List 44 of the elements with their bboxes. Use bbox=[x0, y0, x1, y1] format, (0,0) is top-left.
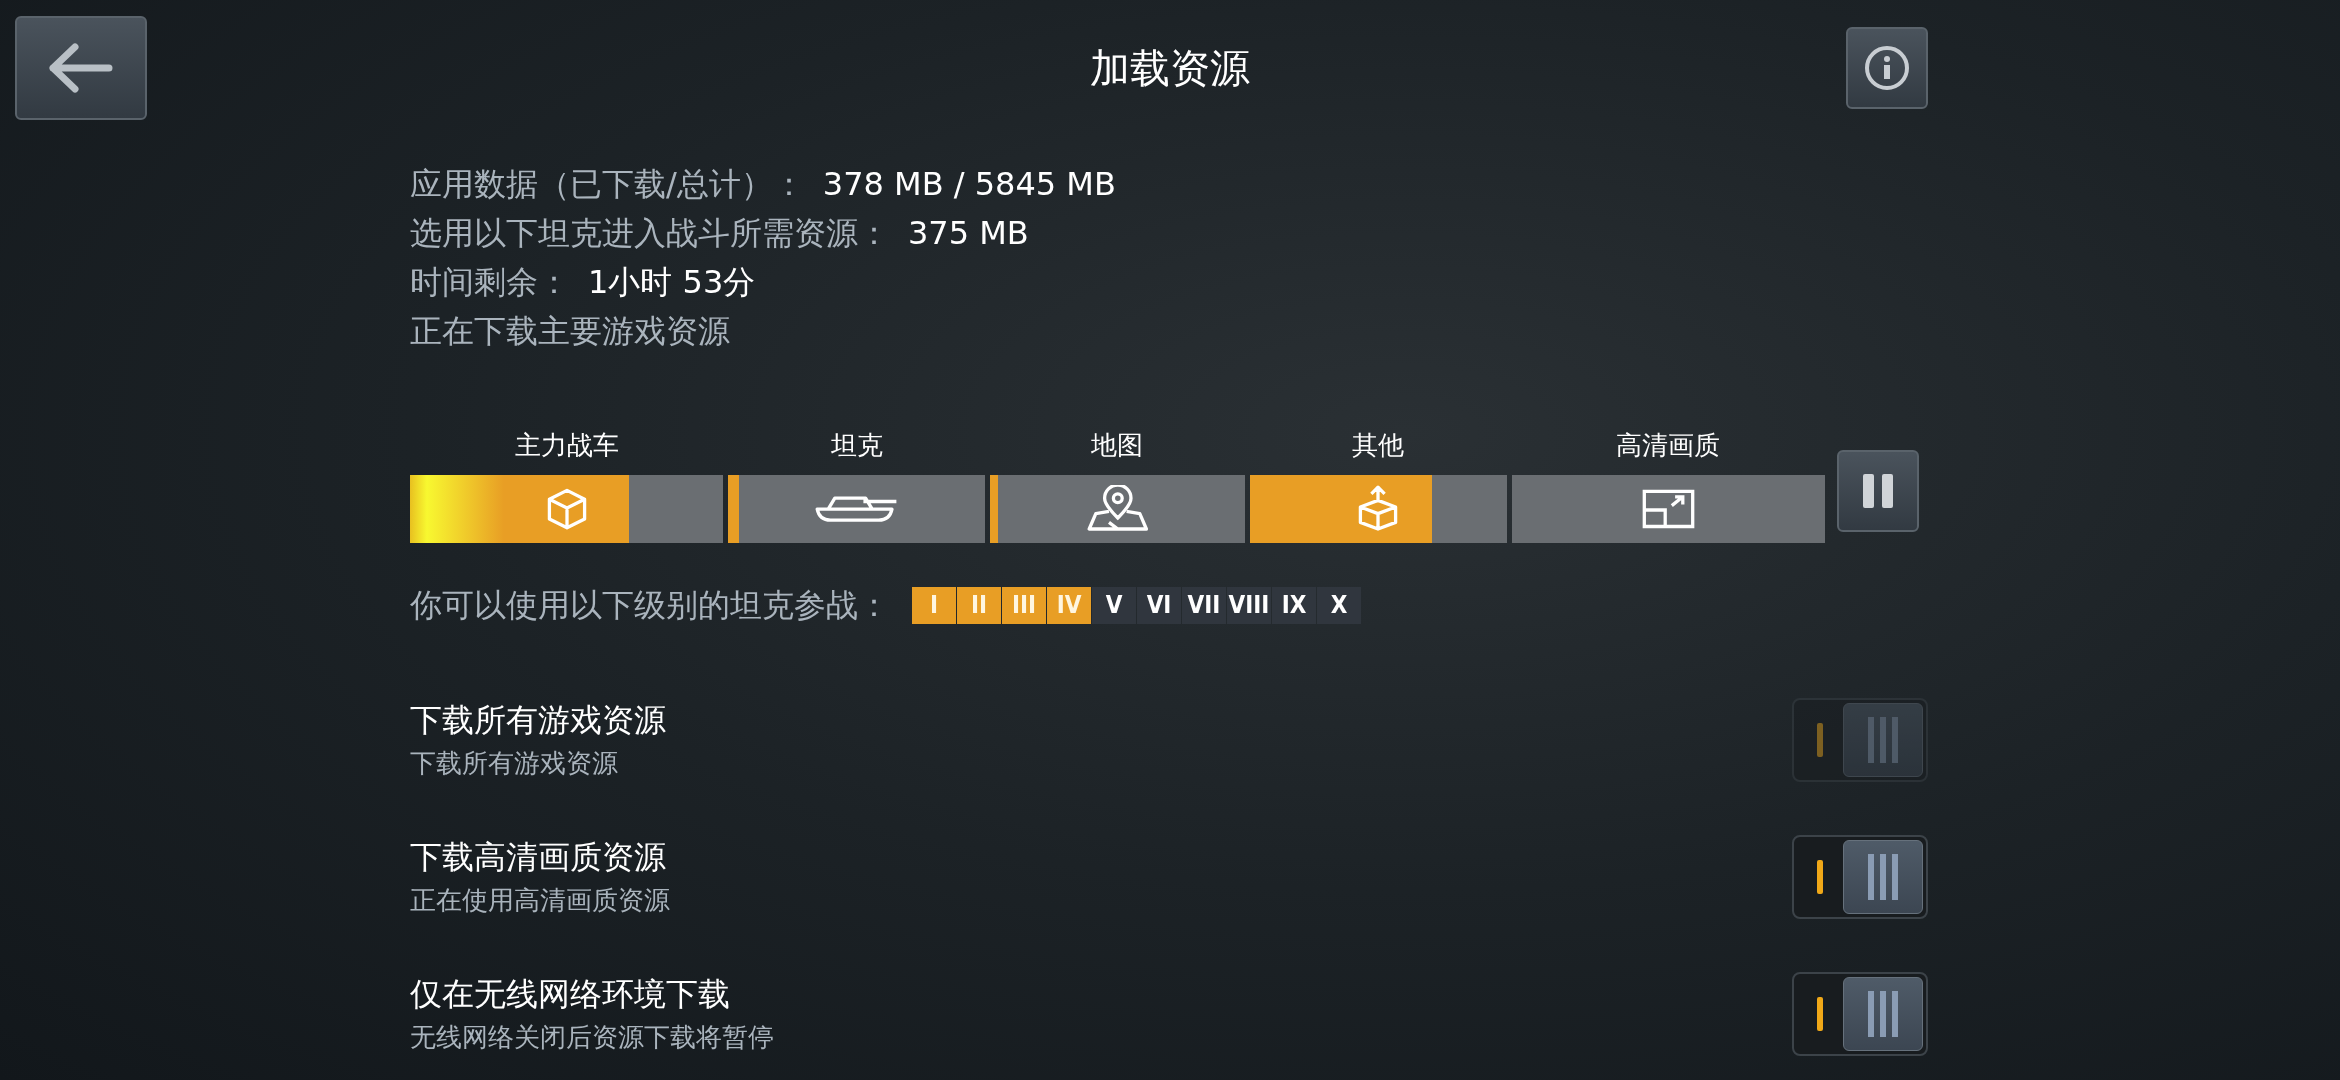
indicator-icon bbox=[1817, 996, 1823, 1031]
info-icon bbox=[1863, 43, 1911, 92]
segment-label: 坦克 bbox=[829, 429, 884, 462]
setting-title: 下载高清画质资源 bbox=[410, 837, 667, 878]
tier-badge: VII bbox=[1182, 586, 1226, 624]
tier-label: 你可以使用以下级别的坦克参战： bbox=[410, 585, 890, 626]
page-title: 加载资源 bbox=[1090, 43, 1250, 93]
setting-subtitle: 下载所有游戏资源 bbox=[410, 747, 619, 780]
segment-label: 高清画质 bbox=[1615, 429, 1722, 462]
toggle-switch[interactable] bbox=[1792, 971, 1928, 1056]
back-arrow-icon bbox=[49, 42, 113, 93]
info-line: 应用数据（已下载/总计）： 378 MB / 5845 MB bbox=[410, 164, 1117, 205]
info-button[interactable] bbox=[1846, 26, 1928, 109]
grip-icon bbox=[1866, 990, 1900, 1037]
tier-badge: V bbox=[1092, 586, 1136, 624]
tier-badge: I bbox=[912, 586, 956, 624]
map-pin-icon bbox=[1086, 484, 1149, 534]
tier-badge: IV bbox=[1047, 586, 1091, 624]
back-button[interactable] bbox=[15, 15, 147, 120]
tier-badge: II bbox=[957, 586, 1001, 624]
segment-label: 主力战车 bbox=[513, 429, 620, 462]
info-line: 选用以下坦克进入战斗所需资源： 375 MB bbox=[410, 213, 1030, 254]
tier-badge: VIII bbox=[1227, 586, 1271, 624]
pause-icon bbox=[1862, 474, 1893, 508]
tier-badge: III bbox=[1002, 586, 1046, 624]
info-line: 正在下载主要游戏资源 bbox=[410, 311, 731, 352]
setting-title: 仅在无线网络环境下载 bbox=[410, 974, 731, 1015]
setting-subtitle: 无线网络关闭后资源下载将暂停 bbox=[410, 1021, 774, 1054]
tank-icon bbox=[814, 495, 899, 523]
tier-badge: VI bbox=[1137, 586, 1181, 624]
info-line: 时间剩余： 1小时 53分 bbox=[410, 262, 757, 303]
tier-badge: X bbox=[1317, 586, 1361, 624]
segment-label: 地图 bbox=[1090, 429, 1145, 462]
setting-title: 下载所有游戏资源 bbox=[410, 700, 666, 741]
toggle-switch[interactable] bbox=[1792, 834, 1928, 919]
grip-icon bbox=[1866, 853, 1900, 900]
pause-button[interactable] bbox=[1836, 450, 1919, 532]
indicator-icon bbox=[1817, 722, 1823, 757]
grip-icon bbox=[1866, 716, 1900, 763]
setting-subtitle: 正在使用高清画质资源 bbox=[410, 884, 670, 917]
resize-icon bbox=[1640, 488, 1696, 530]
indicator-icon bbox=[1817, 859, 1823, 894]
segment-label: 其他 bbox=[1351, 429, 1406, 462]
tier-badge: IX bbox=[1272, 586, 1316, 624]
